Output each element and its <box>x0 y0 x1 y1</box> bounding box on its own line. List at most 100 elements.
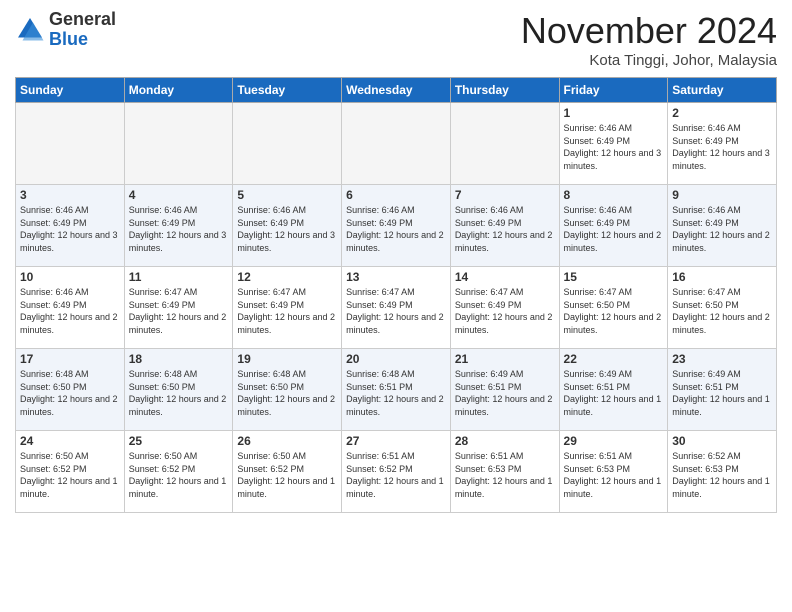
logo-text: General Blue <box>49 10 116 50</box>
day-info: Sunrise: 6:51 AMSunset: 6:53 PMDaylight:… <box>564 450 664 500</box>
calendar-cell: 25 Sunrise: 6:50 AMSunset: 6:52 PMDayligh… <box>124 431 233 513</box>
day-info: Sunrise: 6:50 AMSunset: 6:52 PMDaylight:… <box>20 450 120 500</box>
logo-blue: Blue <box>49 29 88 49</box>
calendar-cell: 21Sunrise: 6:49 AMSunset: 6:51 PMDayligh… <box>450 349 559 431</box>
day-info: Sunrise: 6:48 AMSunset: 6:50 PMDaylight:… <box>20 368 120 418</box>
day-info: Sunrise: 6:47 AMSunset: 6:50 PMDaylight:… <box>672 286 772 336</box>
day-info: Sunrise: 6:51 AMSunset: 6:53 PMDaylight:… <box>455 450 555 500</box>
calendar-cell: 7 Sunrise: 6:46 AMSunset: 6:49 PMDaylight… <box>450 185 559 267</box>
day-number: 25 <box>129 434 229 448</box>
day-info: Sunrise: 6:46 AMSunset: 6:49 PMDaylight:… <box>672 122 772 172</box>
calendar-cell: 9Sunrise: 6:46 AMSunset: 6:49 PMDaylight… <box>668 185 777 267</box>
calendar-cell <box>16 103 125 185</box>
location: Kota Tinggi, Johor, Malaysia <box>521 52 777 69</box>
day-number: 13 <box>346 270 446 284</box>
day-info: Sunrise: 6:51 AMSunset: 6:52 PMDaylight:… <box>346 450 446 500</box>
col-wednesday: Wednesday <box>342 78 451 103</box>
day-info: Sunrise: 6:46 AMSunset: 6:49 PMDaylight:… <box>564 122 664 172</box>
month-title: November 2024 <box>521 10 777 52</box>
calendar-cell <box>124 103 233 185</box>
calendar-cell: 4Sunrise: 6:46 AMSunset: 6:49 PMDaylight… <box>124 185 233 267</box>
calendar-week-0: 1 Sunrise: 6:46 AMSunset: 6:49 PMDaylight… <box>16 103 777 185</box>
col-friday: Friday <box>559 78 668 103</box>
calendar-body: 1 Sunrise: 6:46 AMSunset: 6:49 PMDaylight… <box>16 103 777 513</box>
day-number: 2 <box>672 106 772 120</box>
calendar: Sunday Monday Tuesday Wednesday Thursday… <box>15 77 777 513</box>
calendar-week-3: 17Sunrise: 6:48 AMSunset: 6:50 PMDayligh… <box>16 349 777 431</box>
col-monday: Monday <box>124 78 233 103</box>
day-number: 7 <box>455 188 555 202</box>
calendar-cell: 27Sunrise: 6:51 AMSunset: 6:52 PMDayligh… <box>342 431 451 513</box>
day-info: Sunrise: 6:50 AMSunset: 6:52 PMDaylight:… <box>129 450 229 500</box>
day-number: 14 <box>455 270 555 284</box>
day-info: Sunrise: 6:47 AMSunset: 6:49 PMDaylight:… <box>237 286 337 336</box>
day-number: 1 <box>564 106 664 120</box>
day-info: Sunrise: 6:49 AMSunset: 6:51 PMDaylight:… <box>564 368 664 418</box>
calendar-cell: 10 Sunrise: 6:46 AMSunset: 6:49 PMDayligh… <box>16 267 125 349</box>
col-thursday: Thursday <box>450 78 559 103</box>
page: General Blue November 2024 Kota Tinggi, … <box>0 0 792 612</box>
day-info: Sunrise: 6:50 AMSunset: 6:52 PMDaylight:… <box>237 450 337 500</box>
day-number: 9 <box>672 188 772 202</box>
logo: General Blue <box>15 10 116 50</box>
day-number: 15 <box>564 270 664 284</box>
calendar-cell: 13 Sunrise: 6:47 AMSunset: 6:49 PMDayligh… <box>342 267 451 349</box>
calendar-cell: 26Sunrise: 6:50 AMSunset: 6:52 PMDayligh… <box>233 431 342 513</box>
day-info: Sunrise: 6:47 AMSunset: 6:49 PMDaylight:… <box>346 286 446 336</box>
calendar-cell: 8 Sunrise: 6:46 AMSunset: 6:49 PMDaylight… <box>559 185 668 267</box>
calendar-cell: 23Sunrise: 6:49 AMSunset: 6:51 PMDayligh… <box>668 349 777 431</box>
day-number: 30 <box>672 434 772 448</box>
day-number: 4 <box>129 188 229 202</box>
day-number: 12 <box>237 270 337 284</box>
day-number: 11 <box>129 270 229 284</box>
calendar-cell: 19 Sunrise: 6:48 AMSunset: 6:50 PMDayligh… <box>233 349 342 431</box>
calendar-cell: 3Sunrise: 6:46 AMSunset: 6:49 PMDaylight… <box>16 185 125 267</box>
day-number: 20 <box>346 352 446 366</box>
day-info: Sunrise: 6:47 AMSunset: 6:50 PMDaylight:… <box>564 286 664 336</box>
day-info: Sunrise: 6:48 AMSunset: 6:50 PMDaylight:… <box>237 368 337 418</box>
day-number: 18 <box>129 352 229 366</box>
calendar-cell <box>342 103 451 185</box>
day-info: Sunrise: 6:48 AMSunset: 6:50 PMDaylight:… <box>129 368 229 418</box>
day-number: 22 <box>564 352 664 366</box>
col-tuesday: Tuesday <box>233 78 342 103</box>
day-info: Sunrise: 6:46 AMSunset: 6:49 PMDaylight:… <box>237 204 337 254</box>
day-number: 8 <box>564 188 664 202</box>
calendar-cell: 22 Sunrise: 6:49 AMSunset: 6:51 PMDayligh… <box>559 349 668 431</box>
col-sunday: Sunday <box>16 78 125 103</box>
calendar-week-4: 24 Sunrise: 6:50 AMSunset: 6:52 PMDayligh… <box>16 431 777 513</box>
calendar-week-1: 3Sunrise: 6:46 AMSunset: 6:49 PMDaylight… <box>16 185 777 267</box>
calendar-week-2: 10 Sunrise: 6:46 AMSunset: 6:49 PMDayligh… <box>16 267 777 349</box>
day-number: 19 <box>237 352 337 366</box>
calendar-cell: 29 Sunrise: 6:51 AMSunset: 6:53 PMDayligh… <box>559 431 668 513</box>
logo-icon <box>15 15 45 45</box>
calendar-cell: 12 Sunrise: 6:47 AMSunset: 6:49 PMDayligh… <box>233 267 342 349</box>
day-info: Sunrise: 6:46 AMSunset: 6:49 PMDaylight:… <box>564 204 664 254</box>
day-info: Sunrise: 6:47 AMSunset: 6:49 PMDaylight:… <box>129 286 229 336</box>
day-info: Sunrise: 6:46 AMSunset: 6:49 PMDaylight:… <box>20 204 120 254</box>
calendar-cell: 6 Sunrise: 6:46 AMSunset: 6:49 PMDaylight… <box>342 185 451 267</box>
calendar-header-row: Sunday Monday Tuesday Wednesday Thursday… <box>16 78 777 103</box>
calendar-cell: 24 Sunrise: 6:50 AMSunset: 6:52 PMDayligh… <box>16 431 125 513</box>
calendar-cell: 30Sunrise: 6:52 AMSunset: 6:53 PMDayligh… <box>668 431 777 513</box>
day-number: 29 <box>564 434 664 448</box>
day-info: Sunrise: 6:46 AMSunset: 6:49 PMDaylight:… <box>346 204 446 254</box>
calendar-cell: 28Sunrise: 6:51 AMSunset: 6:53 PMDayligh… <box>450 431 559 513</box>
day-info: Sunrise: 6:47 AMSunset: 6:49 PMDaylight:… <box>455 286 555 336</box>
calendar-cell: 5 Sunrise: 6:46 AMSunset: 6:49 PMDaylight… <box>233 185 342 267</box>
calendar-cell <box>450 103 559 185</box>
day-number: 6 <box>346 188 446 202</box>
day-number: 5 <box>237 188 337 202</box>
col-saturday: Saturday <box>668 78 777 103</box>
day-number: 10 <box>20 270 120 284</box>
calendar-cell: 2 Sunrise: 6:46 AMSunset: 6:49 PMDaylight… <box>668 103 777 185</box>
day-info: Sunrise: 6:46 AMSunset: 6:49 PMDaylight:… <box>20 286 120 336</box>
logo-general: General <box>49 9 116 29</box>
day-info: Sunrise: 6:46 AMSunset: 6:49 PMDaylight:… <box>455 204 555 254</box>
day-info: Sunrise: 6:49 AMSunset: 6:51 PMDaylight:… <box>672 368 772 418</box>
day-number: 24 <box>20 434 120 448</box>
calendar-cell: 11 Sunrise: 6:47 AMSunset: 6:49 PMDayligh… <box>124 267 233 349</box>
day-info: Sunrise: 6:48 AMSunset: 6:51 PMDaylight:… <box>346 368 446 418</box>
header: General Blue November 2024 Kota Tinggi, … <box>15 10 777 69</box>
calendar-cell <box>233 103 342 185</box>
